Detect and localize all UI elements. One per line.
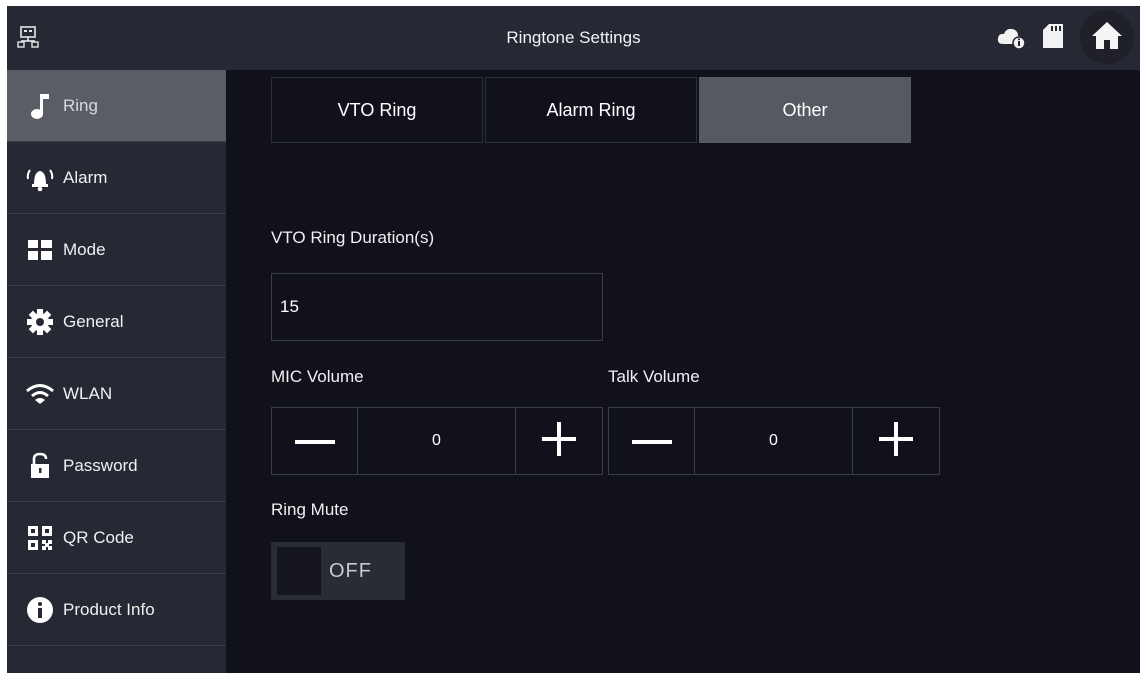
mic-volume-decrease-button[interactable] [272,408,358,474]
minus-icon [631,432,672,450]
sidebar-item-label: WLAN [63,383,113,403]
mic-volume-increase-button[interactable] [516,408,602,474]
top-bar: Ringtone Settings [7,6,1140,70]
talk-volume-stepper: 0 [608,407,940,475]
tab-alarm-ring[interactable]: Alarm Ring [485,77,697,143]
toggle-state-label: OFF [329,559,372,582]
home-button[interactable] [1080,10,1134,64]
sidebar-item-alarm[interactable]: Alarm [7,142,226,214]
vto-ring-duration-label: VTO Ring Duration(s) [271,228,435,247]
talk-volume-decrease-button[interactable] [609,408,695,474]
talk-volume-label: Talk Volume [608,367,700,386]
ringtone-tabs: VTO Ring Alarm Ring Other [271,77,913,143]
sidebar-item-label: Password [63,455,138,475]
home-icon [1090,19,1124,56]
toggle-knob [277,547,321,595]
plus-icon [542,421,576,461]
info-icon [25,595,55,625]
vto-ring-duration-input[interactable]: 15 [271,273,603,341]
gear-icon [25,307,55,337]
sidebar-item-label: QR Code [63,527,134,547]
device-screen: Ringtone Settings Ring Alarm Mode Genera… [7,6,1140,673]
tab-vto-ring[interactable]: VTO Ring [271,77,483,143]
sidebar-item-ring[interactable]: Ring [7,70,226,142]
mic-volume-value: 0 [358,408,516,474]
minus-icon [294,432,335,450]
unlock-icon [25,451,55,481]
sidebar-item-product-info[interactable]: Product Info [7,574,226,646]
sidebar-item-mode[interactable]: Mode [7,214,226,286]
sidebar-item-label: Alarm [63,167,108,187]
talk-volume-increase-button[interactable] [853,408,939,474]
qr-code-icon [25,523,55,553]
tab-other[interactable]: Other [699,77,911,143]
sidebar-item-password[interactable]: Password [7,430,226,502]
ring-mute-label: Ring Mute [271,500,349,519]
sd-card-icon [1042,23,1064,49]
sidebar-item-general[interactable]: General [7,286,226,358]
sidebar-item-label: Ring [63,95,98,115]
cloud-info-icon [997,26,1027,50]
plus-icon [879,421,913,461]
mic-volume-label: MIC Volume [271,367,364,386]
sidebar-item-label: Mode [63,239,106,259]
sidebar-item-label: Product Info [63,599,155,619]
sidebar: Ring Alarm Mode General WLAN Password QR… [7,70,226,673]
alarm-bell-icon [25,163,55,193]
sidebar-item-label: General [63,311,124,331]
sidebar-item-wlan[interactable]: WLAN [7,358,226,430]
vto-ring-duration-value: 15 [280,297,299,316]
music-note-icon [25,91,55,121]
sidebar-item-qr-code[interactable]: QR Code [7,502,226,574]
ring-mute-toggle[interactable]: OFF [271,542,405,600]
mic-volume-stepper: 0 [271,407,603,475]
page-title: Ringtone Settings [506,28,641,47]
wifi-icon [25,379,55,409]
mode-grid-icon [25,235,55,265]
talk-volume-value: 0 [695,408,853,474]
